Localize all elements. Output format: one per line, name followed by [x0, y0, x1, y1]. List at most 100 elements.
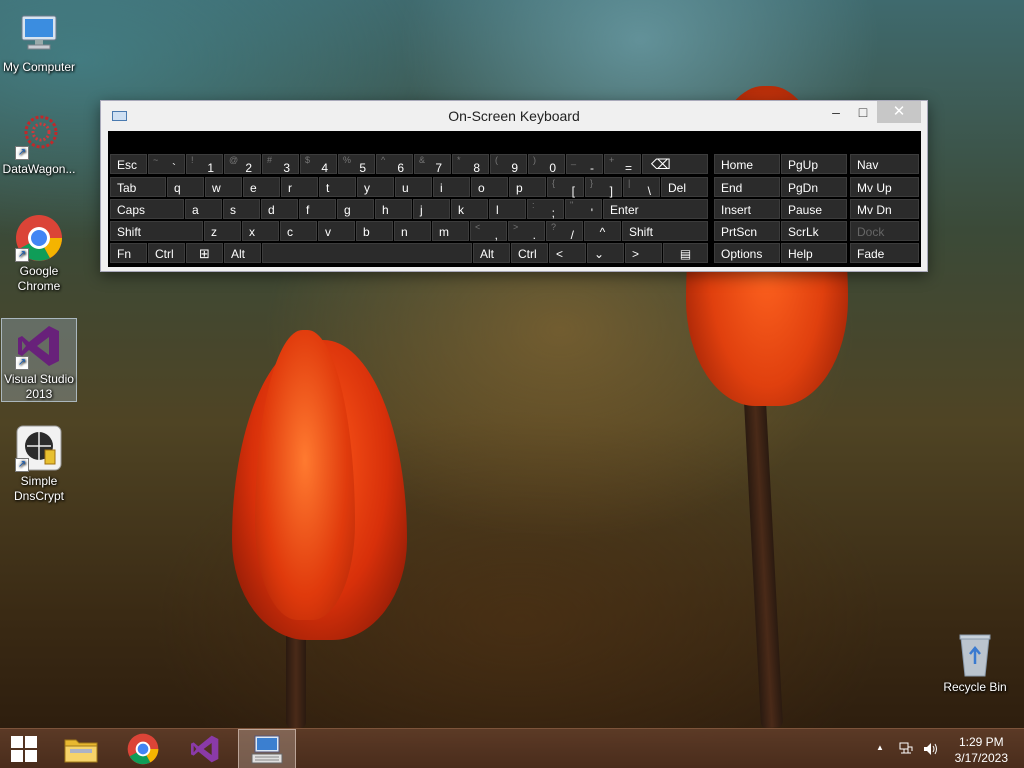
show-hidden-icons-chevron[interactable]: ▲ — [876, 743, 884, 752]
minimize-button[interactable]: – — [821, 101, 851, 123]
key-9[interactable]: (9 — [490, 154, 527, 175]
key-u[interactable]: u — [395, 177, 432, 197]
key-ctrl-left[interactable]: Ctrl — [148, 243, 185, 263]
taskbar-file-explorer[interactable] — [52, 729, 110, 768]
key-o[interactable]: o — [471, 177, 508, 197]
key-z[interactable]: z — [204, 221, 241, 241]
key-6[interactable]: ^ 6 — [376, 154, 413, 175]
key-prtscn[interactable]: PrtScn — [714, 221, 780, 241]
key-pause[interactable]: Pause — [781, 199, 847, 219]
key-0[interactable]: ) 0 — [528, 154, 565, 175]
desktop-icon-google-chrome[interactable]: ↗ Google Chrome — [1, 214, 77, 294]
key-backslash[interactable]: | \ — [623, 177, 660, 198]
key-k[interactable]: k — [451, 199, 488, 219]
key-5[interactable]: % 5 — [338, 154, 375, 175]
taskbar-on-screen-keyboard[interactable] — [238, 729, 296, 768]
on-screen-keyboard-window[interactable]: On-Screen Keyboard – □ ✕ Esc ~ ` ! 1 @2 #3… — [100, 100, 928, 272]
key-end[interactable]: End — [714, 177, 780, 197]
key-7[interactable]: & 7 — [414, 154, 451, 175]
key-menu[interactable]: ▤ — [663, 243, 708, 263]
key-alt-left[interactable]: Alt — [224, 243, 261, 263]
key-arrow-up[interactable]: ^ — [584, 221, 621, 241]
key-g[interactable]: g — [337, 199, 374, 219]
key-dock[interactable]: Dock — [850, 221, 919, 241]
key-backtick[interactable]: ~ ` — [148, 154, 185, 175]
key-move-up[interactable]: Mv Up — [850, 177, 919, 197]
key-f[interactable]: f — [299, 199, 336, 219]
key-period[interactable]: >. — [508, 221, 545, 242]
key-pgdn[interactable]: PgDn — [781, 177, 847, 197]
key-pgup[interactable]: PgUp — [781, 154, 847, 174]
key-s[interactable]: s — [223, 199, 260, 219]
key-j[interactable]: j — [413, 199, 450, 219]
key-del[interactable]: Del — [661, 177, 708, 197]
key-insert[interactable]: Insert — [714, 199, 780, 219]
key-help[interactable]: Help — [781, 243, 847, 263]
key-b[interactable]: b — [356, 221, 393, 241]
key-alt-right[interactable]: Alt — [473, 243, 510, 263]
key-n[interactable]: n — [394, 221, 431, 241]
desktop-icon-visual-studio-2013[interactable]: ↗ Visual Studio 2013 — [1, 318, 77, 402]
key-arrow-right[interactable]: > — [625, 243, 662, 263]
key-d[interactable]: d — [261, 199, 298, 219]
maximize-button[interactable]: □ — [848, 101, 878, 123]
key-shift-right[interactable]: Shift — [622, 221, 708, 241]
key-home[interactable]: Home — [714, 154, 780, 174]
desktop-icon-my-computer[interactable]: My Computer — [1, 10, 77, 75]
key-h[interactable]: h — [375, 199, 412, 219]
key-arrow-down[interactable]: ⌄ — [587, 243, 624, 263]
key-p[interactable]: p — [509, 177, 546, 197]
key-2[interactable]: @2 — [224, 154, 261, 175]
key-q[interactable]: q — [167, 177, 204, 197]
key-ctrl-right[interactable]: Ctrl — [511, 243, 548, 263]
key-comma[interactable]: <, — [470, 221, 507, 242]
key-y[interactable]: y — [357, 177, 394, 197]
desktop-icon-datawagon[interactable]: ↗ DataWagon... — [1, 112, 77, 177]
key-3[interactable]: #3 — [262, 154, 299, 175]
key-m[interactable]: m — [432, 221, 469, 241]
taskbar-visual-studio[interactable] — [176, 729, 234, 768]
key-c[interactable]: c — [280, 221, 317, 241]
start-button[interactable] — [0, 729, 48, 768]
key-options[interactable]: Options — [714, 243, 780, 263]
key-enter[interactable]: Enter — [603, 199, 708, 219]
volume-icon[interactable] — [922, 741, 938, 757]
key-a[interactable]: a — [185, 199, 222, 219]
key-space[interactable] — [262, 243, 472, 263]
key-backspace[interactable]: ⌫ — [642, 154, 708, 174]
taskbar-chrome[interactable] — [114, 729, 172, 768]
network-icon[interactable] — [898, 741, 914, 757]
desktop-icon-simple-dnscrypt[interactable]: ↗ Simple DnsCrypt — [1, 424, 77, 504]
key-minus[interactable]: _ - — [566, 154, 603, 175]
key-equals[interactable]: + = — [604, 154, 641, 175]
key-nav[interactable]: Nav — [850, 154, 919, 174]
window-titlebar[interactable]: On-Screen Keyboard – □ ✕ — [101, 101, 927, 131]
key-open-bracket[interactable]: {[ — [547, 177, 584, 198]
key-slash[interactable]: ? / — [546, 221, 583, 242]
key-quote[interactable]: " ' — [565, 199, 602, 220]
key-x[interactable]: x — [242, 221, 279, 241]
key-i[interactable]: i — [433, 177, 470, 197]
key-t[interactable]: t — [319, 177, 356, 197]
key-1[interactable]: ! 1 — [186, 154, 223, 175]
key-tab[interactable]: Tab — [110, 177, 166, 197]
taskbar-clock[interactable]: 1:29 PM 3/17/2023 — [955, 734, 1008, 766]
key-close-bracket[interactable]: }] — [585, 177, 622, 198]
key-move-down[interactable]: Mv Dn — [850, 199, 919, 219]
key-w[interactable]: w — [205, 177, 242, 197]
key-caps[interactable]: Caps — [110, 199, 184, 219]
key-v[interactable]: v — [318, 221, 355, 241]
key-shift-left[interactable]: Shift — [110, 221, 203, 241]
desktop-icon-recycle-bin[interactable]: Recycle Bin — [937, 630, 1013, 695]
key-l[interactable]: l — [489, 199, 526, 219]
key-8[interactable]: * 8 — [452, 154, 489, 175]
key-scrlk[interactable]: ScrLk — [781, 221, 847, 241]
key-arrow-left[interactable]: < — [549, 243, 586, 263]
key-esc[interactable]: Esc — [110, 154, 147, 174]
key-r[interactable]: r — [281, 177, 318, 197]
key-4[interactable]: $4 — [300, 154, 337, 175]
key-fade[interactable]: Fade — [850, 243, 919, 263]
key-fn[interactable]: Fn — [110, 243, 147, 263]
key-e[interactable]: e — [243, 177, 280, 197]
close-button[interactable]: ✕ — [877, 101, 921, 123]
